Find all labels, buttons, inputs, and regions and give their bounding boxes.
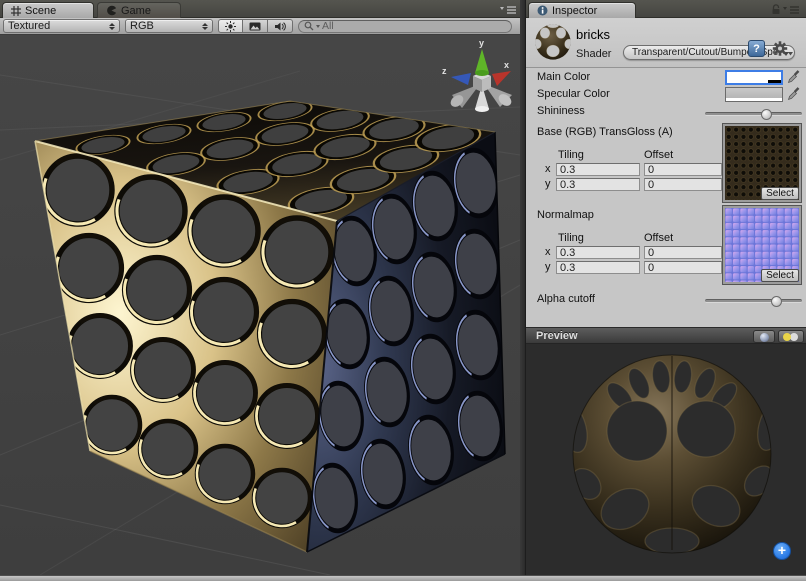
scene-toolbar: Textured RGB <box>0 18 520 35</box>
normal-offset-header: Offset <box>644 232 673 245</box>
tab-inspector-label: Inspector <box>552 5 597 17</box>
audio-toggle-button[interactable] <box>268 19 293 33</box>
scene-tabbar: Scene Game <box>0 0 520 18</box>
tab-inspector[interactable]: Inspector <box>528 2 636 18</box>
alpha-cutoff-label: Alpha cutoff <box>537 293 595 306</box>
preview-title: Preview <box>536 330 578 342</box>
updown-arrow-icon <box>202 23 208 30</box>
search-filter-caret-icon[interactable] <box>316 25 320 28</box>
preview-header[interactable]: Preview <box>526 327 806 344</box>
tab-scene-label: Scene <box>25 5 56 17</box>
image-icon <box>249 22 261 31</box>
lock-icon[interactable] <box>771 4 781 15</box>
tab-game-label: Game <box>121 5 151 17</box>
sphere-icon <box>760 333 769 342</box>
draw-mode-dropdown[interactable]: Textured <box>3 19 120 33</box>
light-dot-active-icon <box>783 333 791 341</box>
alpha-cutoff-slider-thumb[interactable] <box>771 296 782 307</box>
scene-viewport-3d[interactable]: y x z <box>0 35 520 575</box>
gizmo-y-axis-cap <box>475 70 489 76</box>
inspector-pane-menu-icon[interactable] <box>782 5 800 15</box>
light-dot-icon <box>790 333 798 341</box>
shininess-slider[interactable] <box>705 112 802 116</box>
inspector-tabbar: Inspector <box>526 0 806 18</box>
gizmo-y-label: y <box>479 38 484 48</box>
render-mode-value: RGB <box>130 20 198 32</box>
normalmap-label: Normalmap <box>537 209 594 222</box>
alpha-cutoff-slider[interactable] <box>705 299 802 303</box>
window-bottom-edge <box>0 575 806 581</box>
gizmo-cone-gray-bottom-cap <box>475 106 489 112</box>
base-tiling-y-field[interactable] <box>556 178 640 191</box>
search-icon <box>304 21 314 31</box>
speaker-icon <box>274 21 286 32</box>
shader-label: Shader <box>576 48 611 60</box>
material-ball-icon <box>534 23 572 61</box>
specular-color-alpha-bar <box>726 98 782 101</box>
info-icon <box>537 5 548 16</box>
tab-game[interactable]: Game <box>97 2 181 18</box>
scene-search-field[interactable] <box>298 20 512 33</box>
material-name: bricks <box>576 27 610 42</box>
gizmo-z-label: z <box>442 66 447 76</box>
help-button[interactable]: ? <box>748 40 765 57</box>
add-button[interactable]: + <box>773 542 791 560</box>
unity-editor-window: Scene Game Textured RGB <box>0 0 806 581</box>
chevron-down-icon <box>788 52 793 56</box>
main-color-label: Main Color <box>537 71 590 84</box>
scene-pane-menu-icon[interactable] <box>499 5 517 15</box>
gear-icon <box>773 41 787 55</box>
scene-panel: Scene Game Textured RGB <box>0 0 520 575</box>
preview-viewport[interactable]: + <box>526 344 806 575</box>
normal-offset-x-field[interactable] <box>644 246 722 259</box>
specular-color-swatch[interactable] <box>725 87 783 102</box>
preview-mesh-button[interactable] <box>753 330 775 343</box>
updown-arrow-icon <box>109 23 115 30</box>
normalmap-select-button[interactable]: Select <box>761 269 799 282</box>
specular-color-label: Specular Color <box>537 88 610 101</box>
draw-mode-value: Textured <box>8 20 105 32</box>
material-header: bricks Shader Transparent/Cutout/Bumped … <box>526 18 806 68</box>
lighting-toggle-button[interactable] <box>218 19 243 33</box>
base-texture-select-button[interactable]: Select <box>761 187 799 200</box>
base-tiling-x-field[interactable] <box>556 163 640 176</box>
overlay-toggle-button[interactable] <box>243 19 268 33</box>
main-color-alpha-bar <box>727 80 781 83</box>
base-x-label: x <box>545 163 551 176</box>
preview-lighting-button[interactable] <box>778 330 804 343</box>
base-offset-x-field[interactable] <box>644 163 722 176</box>
shader-dropdown[interactable]: Transparent/Cutout/Bumped Spe <box>623 45 795 60</box>
sun-icon <box>225 21 236 32</box>
main-color-eyedropper-icon[interactable] <box>787 70 800 84</box>
render-mode-dropdown[interactable]: RGB <box>125 19 213 33</box>
base-tiling-header: Tiling <box>558 149 584 162</box>
inspector-panel: Inspector <box>526 0 806 575</box>
context-menu-button[interactable] <box>772 40 794 57</box>
base-y-label: y <box>545 178 551 191</box>
shininess-slider-thumb[interactable] <box>761 109 772 120</box>
base-offset-header: Offset <box>644 149 673 162</box>
normal-tiling-y-field[interactable] <box>556 261 640 274</box>
normal-y-label: y <box>545 261 551 274</box>
normal-tiling-header: Tiling <box>558 232 584 245</box>
base-map-label: Base (RGB) TransGloss (A) <box>537 126 673 139</box>
specular-color-eyedropper-icon[interactable] <box>787 87 800 101</box>
main-color-swatch[interactable] <box>725 70 783 85</box>
shininess-label: Shininess <box>537 105 585 118</box>
gizmo-x-label: x <box>504 60 509 70</box>
preview-sphere-render <box>526 344 806 575</box>
scene-grid-icon <box>11 6 21 16</box>
help-question-icon: ? <box>753 43 760 55</box>
base-offset-y-field[interactable] <box>644 178 722 191</box>
normal-tiling-x-field[interactable] <box>556 246 640 259</box>
normal-x-label: x <box>545 246 551 259</box>
tab-scene[interactable]: Scene <box>2 2 94 18</box>
game-icon <box>106 5 117 16</box>
search-input[interactable] <box>322 21 506 32</box>
normal-offset-y-field[interactable] <box>644 261 722 274</box>
